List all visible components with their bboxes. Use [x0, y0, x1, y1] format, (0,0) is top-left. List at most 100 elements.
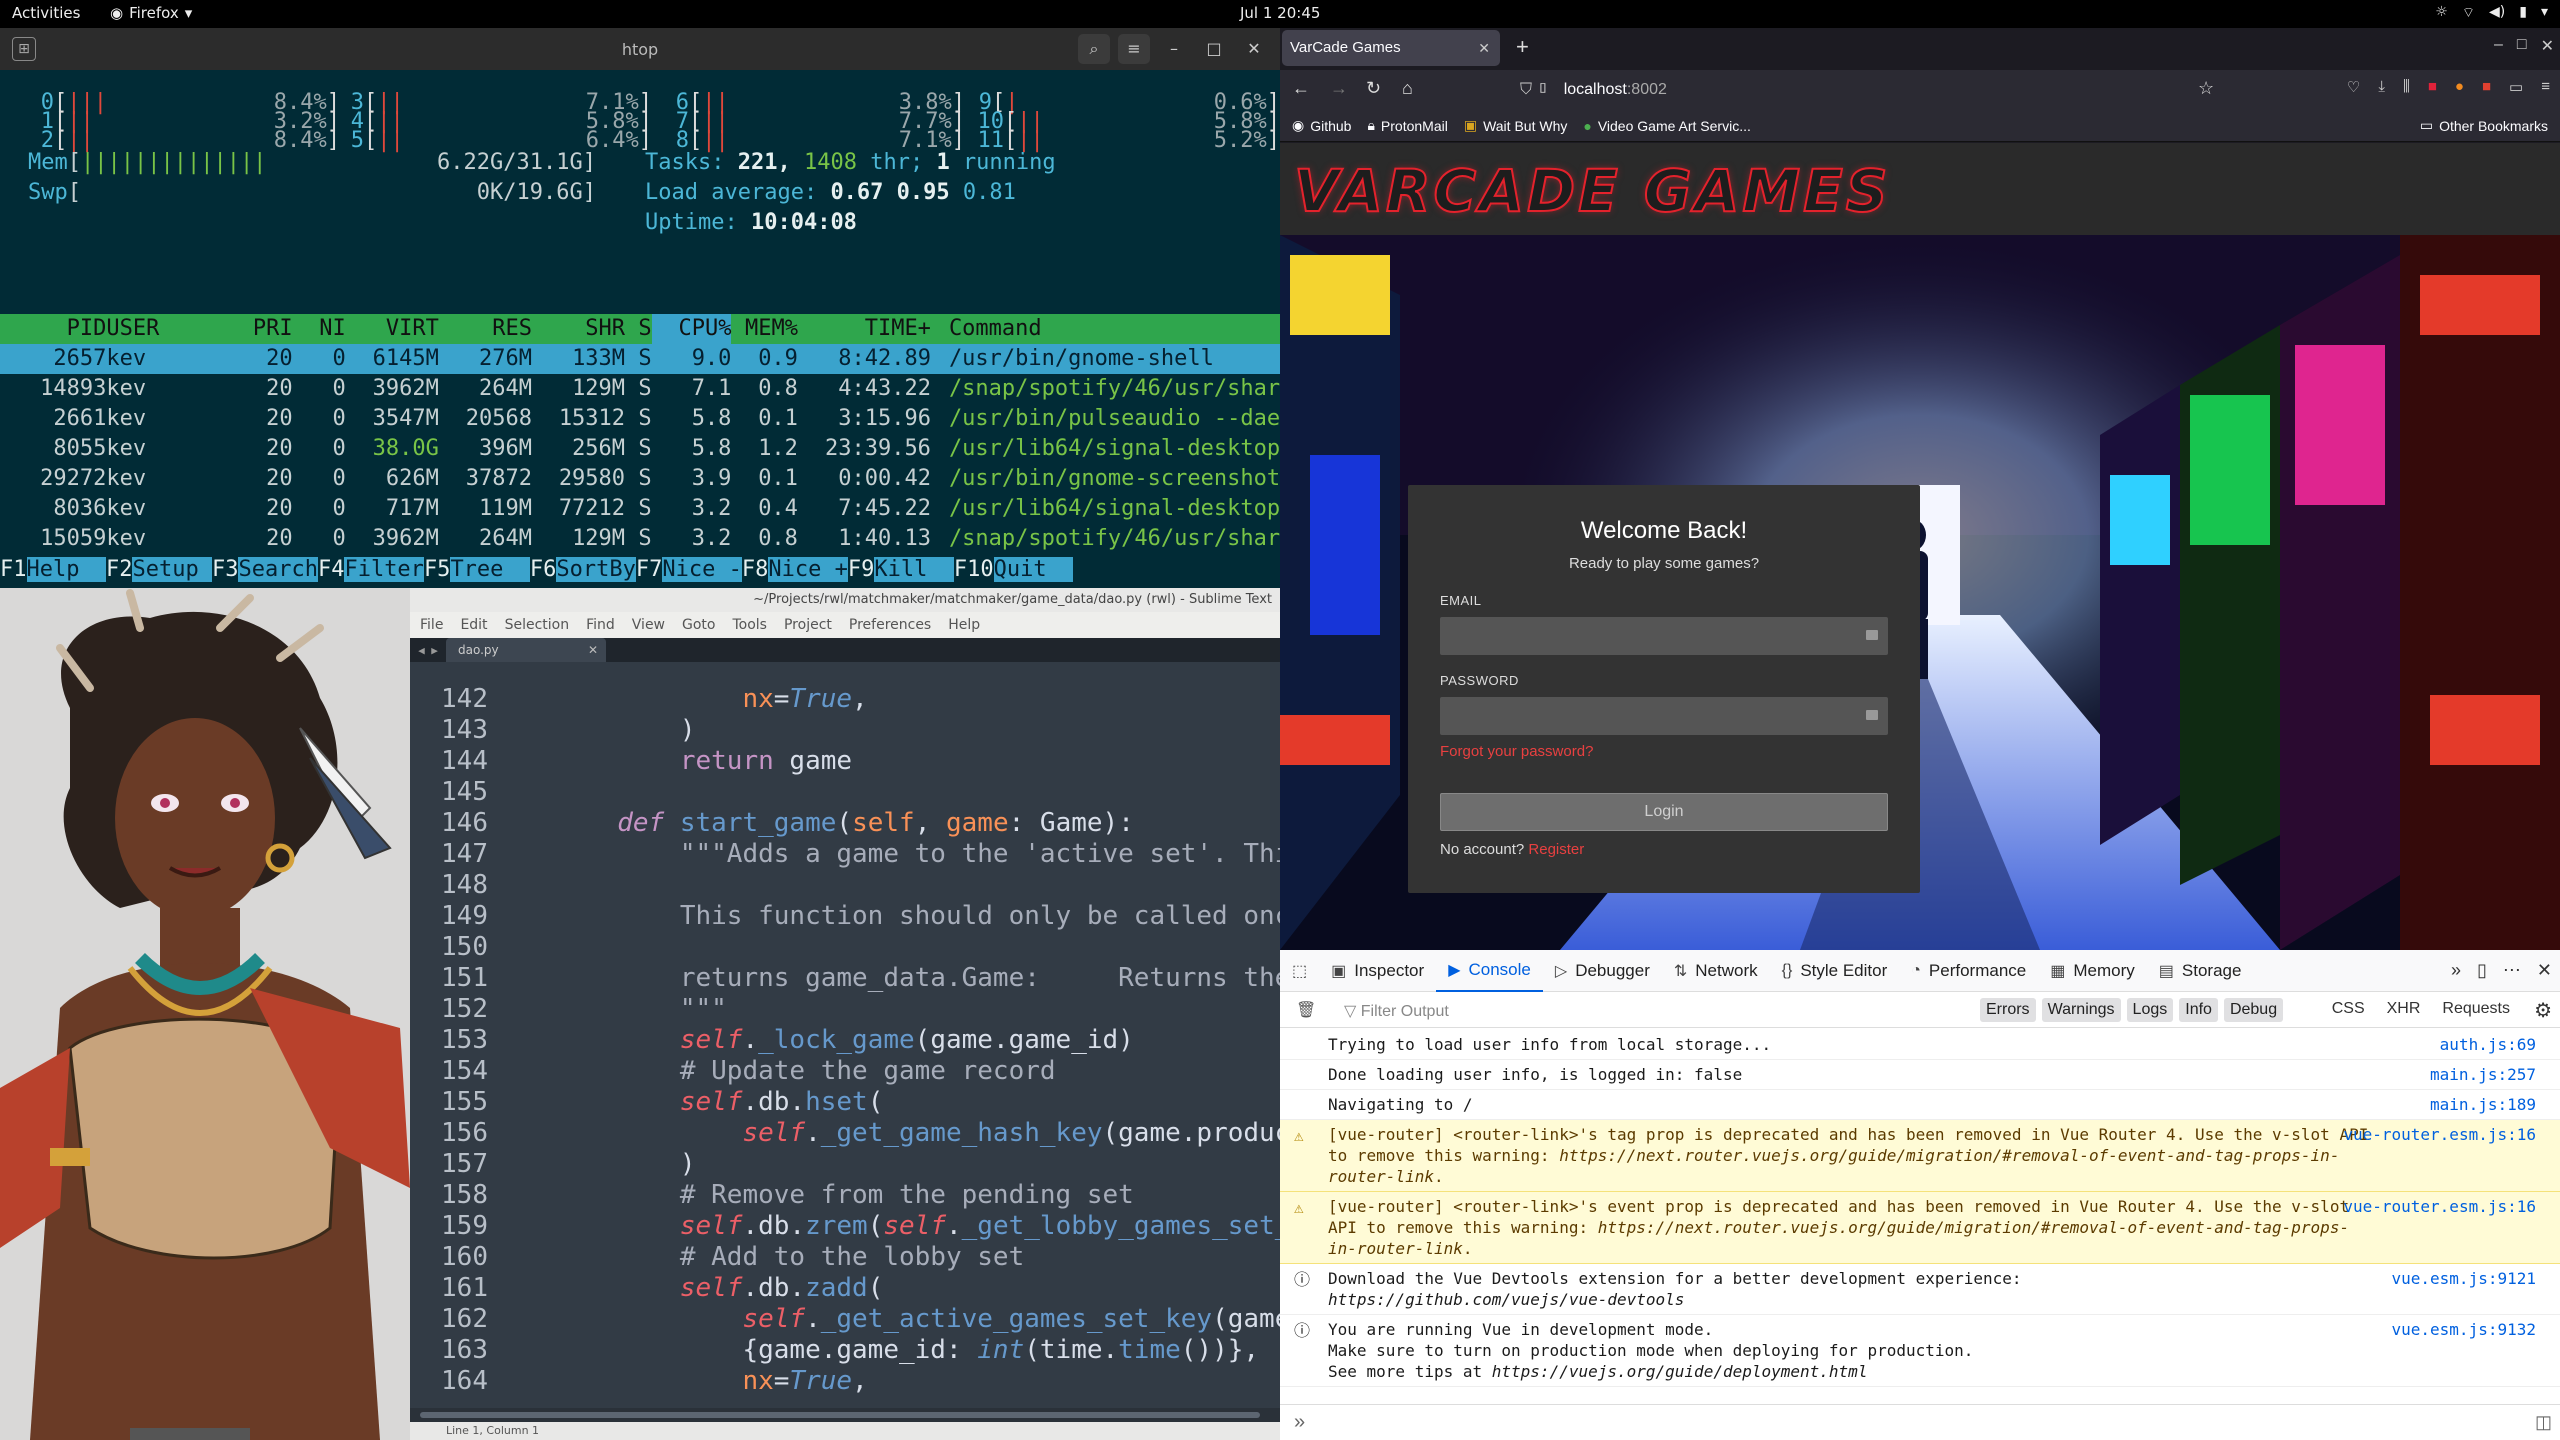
site-logo[interactable]: VarCade Games	[1293, 156, 1891, 226]
trash-icon[interactable]: 🗑︎	[1296, 1000, 1316, 1020]
fkey-label[interactable]: Setup	[132, 557, 212, 582]
more-tools-icon[interactable]: »	[2451, 960, 2461, 981]
extension-icon[interactable]: ▭	[2509, 78, 2523, 96]
level-logs[interactable]: Logs	[2126, 998, 2174, 1022]
password-field[interactable]	[1440, 697, 1888, 735]
console-message[interactable]: ⓘ You are running Vue in development mode…	[1280, 1315, 2560, 1387]
fkey-number[interactable]: F4	[318, 557, 345, 582]
activities-button[interactable]: Activities	[12, 4, 80, 22]
register-link[interactable]: Register	[1528, 841, 1584, 858]
back-button[interactable]: ←	[1292, 78, 1310, 99]
search-icon[interactable]: ⌕	[1078, 34, 1110, 64]
source-link[interactable]: auth.js:69	[2440, 1034, 2536, 1055]
code-area[interactable]: 142 nx=True, 143 ) 144 return game 145 1…	[410, 684, 1280, 1408]
forward-button[interactable]: →	[1330, 78, 1348, 99]
system-tray[interactable]: ☼ ⌔ ◀) ▮ ▾	[2435, 4, 2548, 22]
menu-help[interactable]: Help	[948, 617, 980, 633]
console-message[interactable]: Navigating to / main.js:189	[1280, 1090, 2560, 1120]
level-info[interactable]: Info	[2179, 998, 2218, 1022]
pocket-icon[interactable]: ♡	[2347, 78, 2360, 96]
tab-style-editor[interactable]: {} Style Editor	[1770, 950, 1900, 992]
console-message[interactable]: ⚠ [vue-router] <router-link>'s tag prop i…	[1280, 1120, 2560, 1192]
element-picker-icon[interactable]: ⬚	[1280, 950, 1319, 992]
fkey-number[interactable]: F10	[954, 557, 994, 582]
tab-dao-py[interactable]: dao.py ✕	[446, 638, 606, 662]
table-row[interactable]: 29272kev 20 0 626M 37872 29580 S 3.9 0.1 0:00.42 /…	[0, 464, 1306, 494]
tab-storage[interactable]: ▤ Storage	[2147, 950, 2254, 992]
tab-inspector[interactable]: ▣ Inspector	[1319, 950, 1436, 992]
app-menu[interactable]: ◉ Firefox ▾	[110, 4, 192, 22]
filter-xhr[interactable]: XHR	[2387, 1000, 2421, 1018]
message-link[interactable]: https://github.com/vuejs/vue-devtools	[1328, 1290, 1684, 1309]
tab-scroll-arrows-icon[interactable]: ◀ ▶	[410, 644, 446, 657]
extension-icon[interactable]: ■	[2428, 78, 2437, 96]
site-info-icon[interactable]: ⛉ ▯	[1520, 81, 1549, 98]
downloads-icon[interactable]: ⤓	[2378, 78, 2385, 96]
fkey-label[interactable]: Quit	[993, 557, 1074, 582]
menu-tools[interactable]: Tools	[732, 617, 767, 633]
message-link[interactable]: https://vuejs.org/guide/deployment.html	[1492, 1362, 1868, 1381]
fkey-number[interactable]: F7	[636, 557, 663, 582]
tab-memory[interactable]: ▦ Memory	[2038, 950, 2147, 992]
clock[interactable]: Jul 1 20:45	[1240, 4, 1320, 22]
maximize-button[interactable]: □	[1198, 34, 1230, 64]
responsive-mode-icon[interactable]: ▯	[2477, 960, 2487, 981]
fkey-number[interactable]: F6	[530, 557, 557, 582]
close-button[interactable]: ✕	[1238, 34, 1270, 64]
fkey-label[interactable]: Tree	[450, 557, 530, 582]
reload-button[interactable]: ↻	[1366, 78, 1381, 99]
hamburger-menu-icon[interactable]: ≡	[2541, 78, 2550, 96]
autofill-icon[interactable]	[1866, 630, 1878, 640]
filter-requests[interactable]: Requests	[2442, 1000, 2510, 1018]
extension-icon[interactable]: ■	[2482, 78, 2491, 96]
editor-menu-bar[interactable]: File Edit Selection Find View Goto Tools Projec…	[410, 612, 1280, 638]
email-field[interactable]	[1440, 617, 1888, 655]
source-link[interactable]: vue.esm.js:9121	[2392, 1268, 2537, 1289]
menu-preferences[interactable]: Preferences	[849, 617, 931, 633]
tab-network[interactable]: ⇅ Network	[1662, 950, 1770, 992]
editor-tabs[interactable]: ◀ ▶ dao.py ✕	[410, 638, 1280, 662]
url-bar[interactable]: ⛉ ▯ localhost:8002	[1506, 74, 2026, 106]
level-debug[interactable]: Debug	[2223, 998, 2284, 1022]
gear-icon[interactable]: ⚙	[2534, 998, 2552, 1023]
console-message[interactable]: ⓘ Download the Vue Devtools extension for…	[1280, 1264, 2560, 1315]
function-key-bar[interactable]: F1Help F2Setup F3SearchF4FilterF5Tree F6…	[0, 554, 1280, 586]
process-table-header[interactable]: PIDUSER PRI NI VIRT RES SHR S CPU% MEM% TIME+ Comm…	[0, 314, 1280, 344]
forgot-password-link[interactable]: Forgot your password?	[1440, 743, 1593, 760]
console-message[interactable]: Done loading user info, is logged in: fa…	[1280, 1060, 2560, 1090]
close-tab-icon[interactable]: ✕	[588, 638, 598, 662]
fkey-label[interactable]: Kill	[874, 557, 954, 582]
table-row[interactable]: 14893kev 20 0 3962M 264M 129M S 7.1 0.8 4:43.22/s…	[0, 374, 1306, 404]
table-row[interactable]: 15059kev 20 0 3962M 264M 129M S 3.2 0.8 1:40.13/s…	[0, 524, 1306, 554]
table-row[interactable]: 8036kev 20 0 717M 119M 77212 S 3.2 0.4 7:45.22/us…	[0, 494, 1306, 524]
fkey-label[interactable]: Nice -	[662, 557, 742, 582]
table-row[interactable]: 2657kev 20 0 6145M 276M 133M S 9.0 0.9 8:42.89/us…	[0, 344, 1280, 374]
process-table[interactable]: 2657kev 20 0 6145M 276M 133M S 9.0 0.9 8:42.89/us…	[0, 344, 1307, 554]
home-button[interactable]: ⌂	[1402, 78, 1413, 99]
source-link[interactable]: vue.esm.js:9132	[2392, 1319, 2537, 1340]
fkey-label[interactable]: Search	[238, 557, 318, 582]
bookmark-wait-but-why[interactable]: ▣ Wait But Why	[1464, 117, 1568, 134]
menu-view[interactable]: View	[632, 617, 665, 633]
source-link[interactable]: main.js:189	[2430, 1094, 2536, 1115]
console-input[interactable]: » ◫	[1280, 1404, 2560, 1440]
new-tab-icon[interactable]: ⊞	[12, 37, 36, 61]
menu-find[interactable]: Find	[586, 617, 615, 633]
source-link[interactable]: vue-router.esm.js:16	[2343, 1124, 2536, 1145]
console-output[interactable]: Trying to load user info from local stor…	[1280, 1030, 2560, 1387]
fkey-label[interactable]: Nice +	[768, 557, 848, 582]
menu-edit[interactable]: Edit	[460, 617, 487, 633]
scrollbar-thumb[interactable]	[420, 1412, 1260, 1418]
browser-tab-varcade[interactable]: VarCade Games ✕	[1282, 30, 1500, 66]
close-button[interactable]: ✕	[2541, 36, 2554, 56]
table-row[interactable]: 2661kev 20 0 3547M 20568 15312 S 5.8 0.1 3:15.96 /…	[0, 404, 1306, 434]
maximize-button[interactable]: □	[2517, 36, 2527, 56]
new-tab-button[interactable]: +	[1516, 34, 1529, 60]
console-message[interactable]: ⚠ [vue-router] <router-link>'s event prop…	[1280, 1192, 2560, 1264]
menu-goto[interactable]: Goto	[682, 617, 715, 633]
tab-debugger[interactable]: ▷ Debugger	[1543, 950, 1662, 992]
split-console-icon[interactable]: ◫	[2535, 1405, 2552, 1439]
fkey-label[interactable]: Filter	[344, 557, 424, 582]
tab-console[interactable]: ▶ Console	[1436, 950, 1543, 992]
overflow-menu-icon[interactable]: ⋯	[2503, 960, 2521, 981]
